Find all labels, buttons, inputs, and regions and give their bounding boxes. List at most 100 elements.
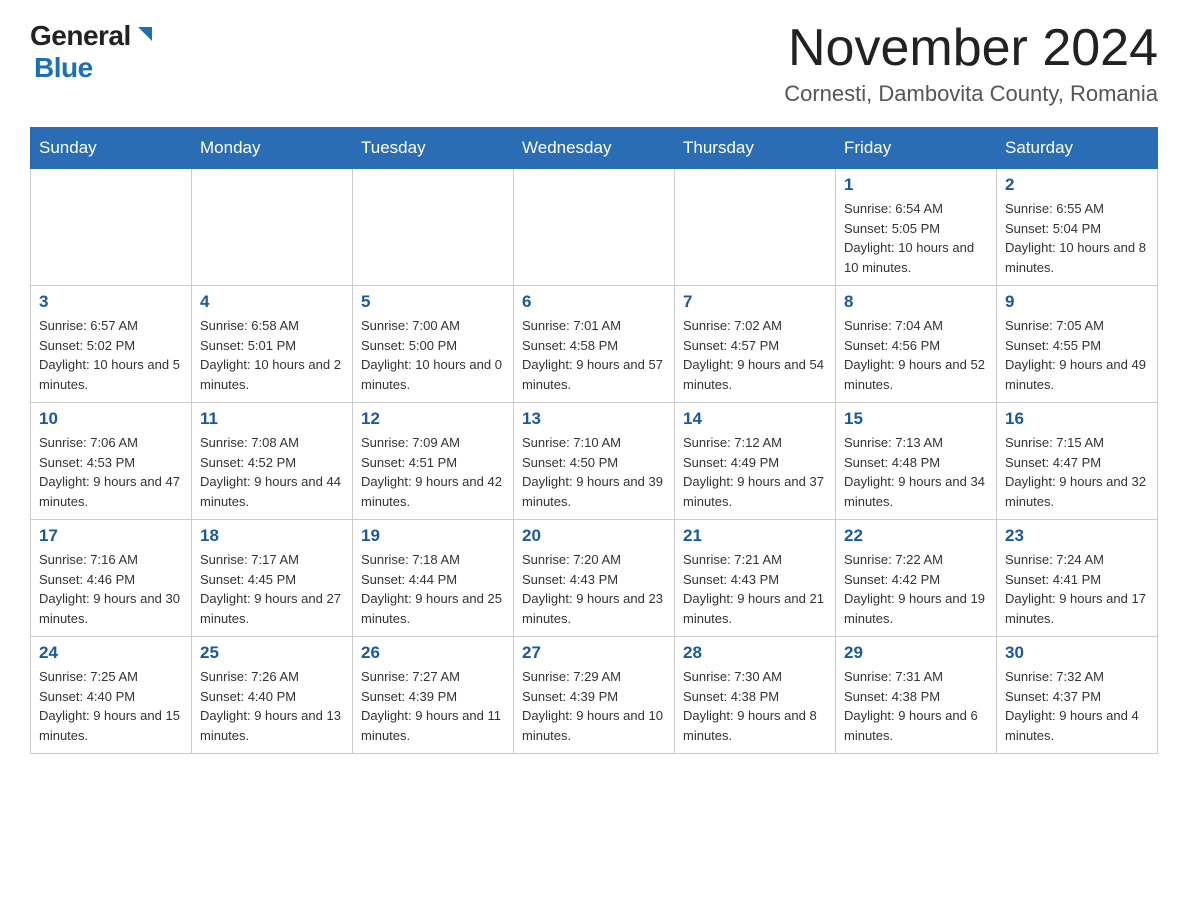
day-number: 13 bbox=[522, 409, 666, 429]
calendar-cell: 27Sunrise: 7:29 AM Sunset: 4:39 PM Dayli… bbox=[514, 637, 675, 754]
calendar-cell bbox=[514, 169, 675, 286]
day-number: 29 bbox=[844, 643, 988, 663]
day-number: 14 bbox=[683, 409, 827, 429]
calendar-cell: 20Sunrise: 7:20 AM Sunset: 4:43 PM Dayli… bbox=[514, 520, 675, 637]
day-of-week-header: Saturday bbox=[997, 128, 1158, 169]
day-info: Sunrise: 7:09 AM Sunset: 4:51 PM Dayligh… bbox=[361, 433, 505, 511]
day-number: 1 bbox=[844, 175, 988, 195]
day-info: Sunrise: 6:57 AM Sunset: 5:02 PM Dayligh… bbox=[39, 316, 183, 394]
day-info: Sunrise: 7:32 AM Sunset: 4:37 PM Dayligh… bbox=[1005, 667, 1149, 745]
header-row: SundayMondayTuesdayWednesdayThursdayFrid… bbox=[31, 128, 1158, 169]
calendar-cell: 7 Sunrise: 7:02 AM Sunset: 4:57 PM Daylig… bbox=[675, 286, 836, 403]
day-info: Sunrise: 7:02 AM Sunset: 4:57 PM Dayligh… bbox=[683, 316, 827, 394]
day-info: Sunrise: 7:10 AM Sunset: 4:50 PM Dayligh… bbox=[522, 433, 666, 511]
day-info: Sunrise: 7:29 AM Sunset: 4:39 PM Dayligh… bbox=[522, 667, 666, 745]
day-info: Sunrise: 7:17 AM Sunset: 4:45 PM Dayligh… bbox=[200, 550, 344, 628]
day-number: 25 bbox=[200, 643, 344, 663]
day-number: 15 bbox=[844, 409, 988, 429]
day-info: Sunrise: 7:25 AM Sunset: 4:40 PM Dayligh… bbox=[39, 667, 183, 745]
day-of-week-header: Tuesday bbox=[353, 128, 514, 169]
logo-general-text: General bbox=[30, 20, 131, 52]
calendar-cell: 28 Sunrise: 7:30 AM Sunset: 4:38 PM Dayli… bbox=[675, 637, 836, 754]
day-number: 17 bbox=[39, 526, 183, 546]
day-number: 11 bbox=[200, 409, 344, 429]
calendar-cell bbox=[675, 169, 836, 286]
day-number: 3 bbox=[39, 292, 183, 312]
day-info: Sunrise: 7:16 AM Sunset: 4:46 PM Dayligh… bbox=[39, 550, 183, 628]
day-info: Sunrise: 7:26 AM Sunset: 4:40 PM Dayligh… bbox=[200, 667, 344, 745]
day-info: Sunrise: 7:30 AM Sunset: 4:38 PM Dayligh… bbox=[683, 667, 827, 745]
calendar-cell: 3 Sunrise: 6:57 AM Sunset: 5:02 PM Daylig… bbox=[31, 286, 192, 403]
calendar-cell: 8 Sunrise: 7:04 AM Sunset: 4:56 PM Daylig… bbox=[836, 286, 997, 403]
calendar-cell: 14 Sunrise: 7:12 AM Sunset: 4:49 PM Dayli… bbox=[675, 403, 836, 520]
week-row: 24 Sunrise: 7:25 AM Sunset: 4:40 PM Dayli… bbox=[31, 637, 1158, 754]
day-info: Sunrise: 7:08 AM Sunset: 4:52 PM Dayligh… bbox=[200, 433, 344, 511]
calendar-cell: 13 Sunrise: 7:10 AM Sunset: 4:50 PM Dayli… bbox=[514, 403, 675, 520]
day-number: 5 bbox=[361, 292, 505, 312]
calendar-cell: 4Sunrise: 6:58 AM Sunset: 5:01 PM Daylig… bbox=[192, 286, 353, 403]
calendar-cell bbox=[31, 169, 192, 286]
calendar-cell: 25 Sunrise: 7:26 AM Sunset: 4:40 PM Dayli… bbox=[192, 637, 353, 754]
day-info: Sunrise: 7:21 AM Sunset: 4:43 PM Dayligh… bbox=[683, 550, 827, 628]
day-info: Sunrise: 6:54 AM Sunset: 5:05 PM Dayligh… bbox=[844, 199, 988, 277]
calendar-cell: 23 Sunrise: 7:24 AM Sunset: 4:41 PM Dayli… bbox=[997, 520, 1158, 637]
calendar-cell: 24 Sunrise: 7:25 AM Sunset: 4:40 PM Dayli… bbox=[31, 637, 192, 754]
day-info: Sunrise: 6:55 AM Sunset: 5:04 PM Dayligh… bbox=[1005, 199, 1149, 277]
week-row: 10Sunrise: 7:06 AM Sunset: 4:53 PM Dayli… bbox=[31, 403, 1158, 520]
day-number: 7 bbox=[683, 292, 827, 312]
calendar-cell: 11 Sunrise: 7:08 AM Sunset: 4:52 PM Dayli… bbox=[192, 403, 353, 520]
day-info: Sunrise: 7:15 AM Sunset: 4:47 PM Dayligh… bbox=[1005, 433, 1149, 511]
calendar-cell bbox=[353, 169, 514, 286]
title-area: November 2024 Cornesti, Dambovita County… bbox=[784, 20, 1158, 107]
calendar-cell: 29 Sunrise: 7:31 AM Sunset: 4:38 PM Dayli… bbox=[836, 637, 997, 754]
day-info: Sunrise: 7:20 AM Sunset: 4:43 PM Dayligh… bbox=[522, 550, 666, 628]
day-of-week-header: Monday bbox=[192, 128, 353, 169]
day-number: 10 bbox=[39, 409, 183, 429]
day-number: 6 bbox=[522, 292, 666, 312]
calendar-cell: 18 Sunrise: 7:17 AM Sunset: 4:45 PM Dayli… bbox=[192, 520, 353, 637]
calendar-cell: 10Sunrise: 7:06 AM Sunset: 4:53 PM Dayli… bbox=[31, 403, 192, 520]
week-row: 3 Sunrise: 6:57 AM Sunset: 5:02 PM Daylig… bbox=[31, 286, 1158, 403]
week-row: 1 Sunrise: 6:54 AM Sunset: 5:05 PM Daylig… bbox=[31, 169, 1158, 286]
day-of-week-header: Wednesday bbox=[514, 128, 675, 169]
day-number: 9 bbox=[1005, 292, 1149, 312]
day-number: 21 bbox=[683, 526, 827, 546]
calendar-cell: 6 Sunrise: 7:01 AM Sunset: 4:58 PM Daylig… bbox=[514, 286, 675, 403]
calendar-table: SundayMondayTuesdayWednesdayThursdayFrid… bbox=[30, 127, 1158, 754]
calendar-cell: 15 Sunrise: 7:13 AM Sunset: 4:48 PM Dayli… bbox=[836, 403, 997, 520]
day-info: Sunrise: 7:13 AM Sunset: 4:48 PM Dayligh… bbox=[844, 433, 988, 511]
day-info: Sunrise: 7:01 AM Sunset: 4:58 PM Dayligh… bbox=[522, 316, 666, 394]
calendar-cell: 1 Sunrise: 6:54 AM Sunset: 5:05 PM Daylig… bbox=[836, 169, 997, 286]
calendar-cell bbox=[192, 169, 353, 286]
calendar-cell: 30Sunrise: 7:32 AM Sunset: 4:37 PM Dayli… bbox=[997, 637, 1158, 754]
day-info: Sunrise: 7:22 AM Sunset: 4:42 PM Dayligh… bbox=[844, 550, 988, 628]
day-number: 8 bbox=[844, 292, 988, 312]
week-row: 17 Sunrise: 7:16 AM Sunset: 4:46 PM Dayli… bbox=[31, 520, 1158, 637]
logo-icon bbox=[134, 23, 156, 45]
day-number: 2 bbox=[1005, 175, 1149, 195]
day-number: 19 bbox=[361, 526, 505, 546]
logo: General Blue bbox=[30, 20, 156, 84]
calendar-cell: 2 Sunrise: 6:55 AM Sunset: 5:04 PM Daylig… bbox=[997, 169, 1158, 286]
calendar-cell: 12Sunrise: 7:09 AM Sunset: 4:51 PM Dayli… bbox=[353, 403, 514, 520]
day-info: Sunrise: 7:27 AM Sunset: 4:39 PM Dayligh… bbox=[361, 667, 505, 745]
calendar-cell: 16 Sunrise: 7:15 AM Sunset: 4:47 PM Dayli… bbox=[997, 403, 1158, 520]
day-number: 23 bbox=[1005, 526, 1149, 546]
day-number: 16 bbox=[1005, 409, 1149, 429]
day-info: Sunrise: 7:24 AM Sunset: 4:41 PM Dayligh… bbox=[1005, 550, 1149, 628]
day-info: Sunrise: 7:04 AM Sunset: 4:56 PM Dayligh… bbox=[844, 316, 988, 394]
calendar-cell: 9Sunrise: 7:05 AM Sunset: 4:55 PM Daylig… bbox=[997, 286, 1158, 403]
calendar-cell: 19 Sunrise: 7:18 AM Sunset: 4:44 PM Dayli… bbox=[353, 520, 514, 637]
day-number: 18 bbox=[200, 526, 344, 546]
day-of-week-header: Sunday bbox=[31, 128, 192, 169]
day-info: Sunrise: 7:18 AM Sunset: 4:44 PM Dayligh… bbox=[361, 550, 505, 628]
day-of-week-header: Friday bbox=[836, 128, 997, 169]
calendar-cell: 5Sunrise: 7:00 AM Sunset: 5:00 PM Daylig… bbox=[353, 286, 514, 403]
day-info: Sunrise: 7:31 AM Sunset: 4:38 PM Dayligh… bbox=[844, 667, 988, 745]
calendar-cell: 17 Sunrise: 7:16 AM Sunset: 4:46 PM Dayli… bbox=[31, 520, 192, 637]
day-number: 24 bbox=[39, 643, 183, 663]
day-number: 28 bbox=[683, 643, 827, 663]
day-info: Sunrise: 7:12 AM Sunset: 4:49 PM Dayligh… bbox=[683, 433, 827, 511]
day-number: 4 bbox=[200, 292, 344, 312]
calendar-cell: 21 Sunrise: 7:21 AM Sunset: 4:43 PM Dayli… bbox=[675, 520, 836, 637]
